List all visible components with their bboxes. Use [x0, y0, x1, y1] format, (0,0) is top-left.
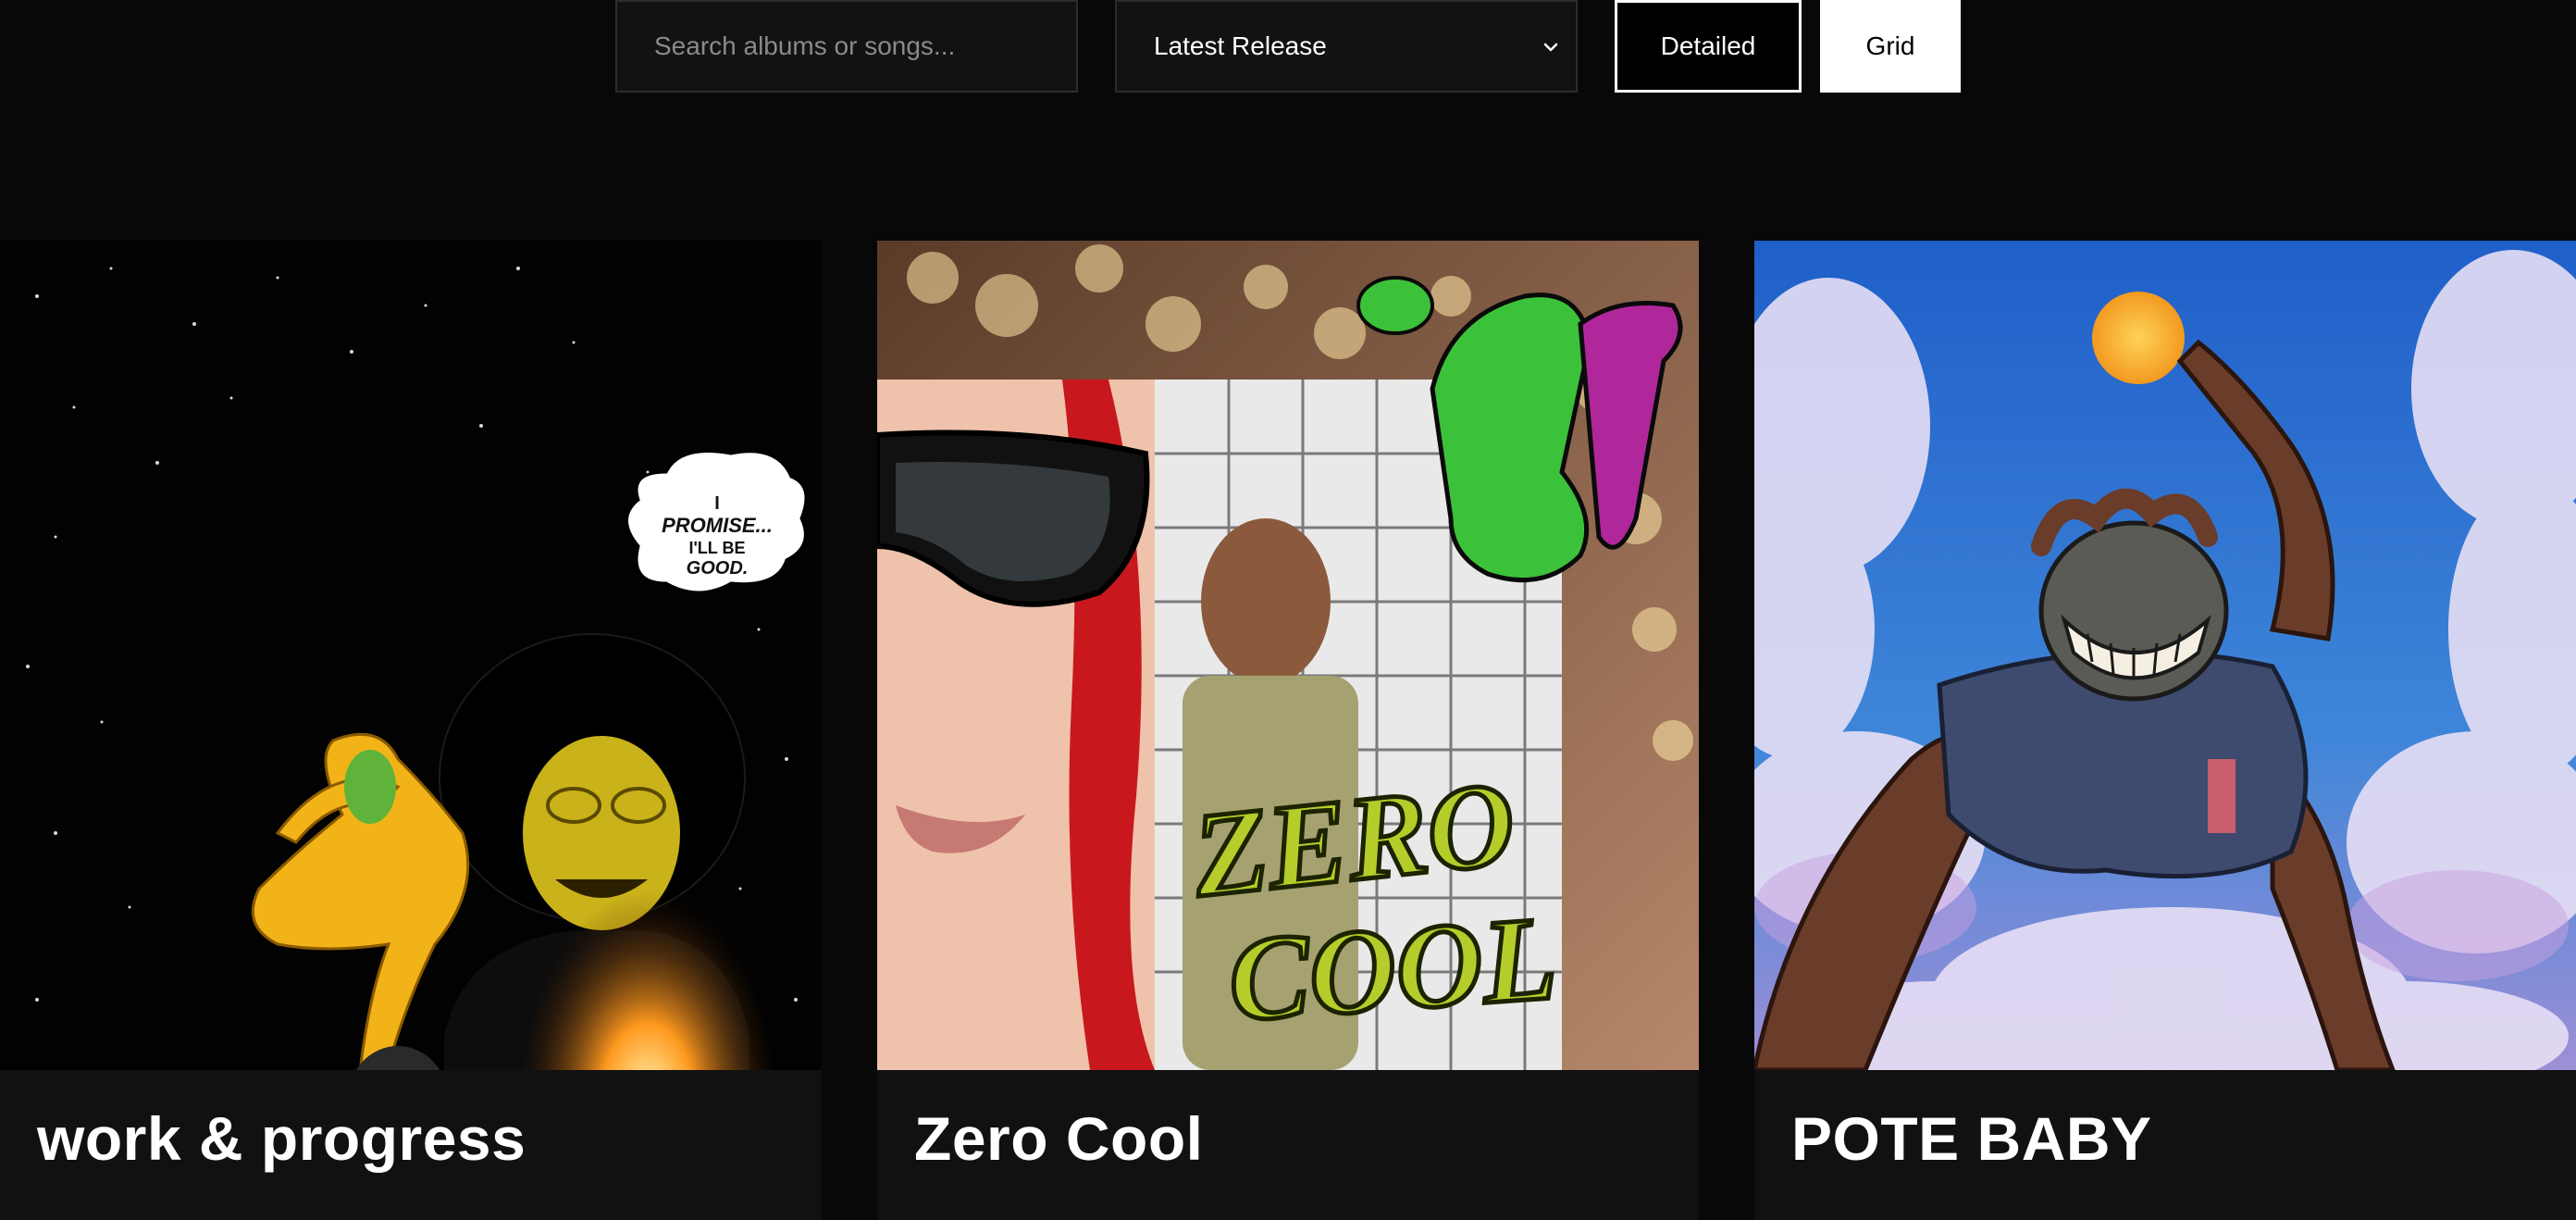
- album-title[interactable]: POTE BABY: [1791, 1103, 2152, 1174]
- svg-text:PROMISE...: PROMISE...: [662, 514, 773, 537]
- album-cover[interactable]: ZERO COOL: [877, 241, 1699, 1070]
- album-cover-art: [1754, 241, 2576, 1070]
- chevron-down-icon: [1543, 43, 1558, 52]
- album-cover[interactable]: I PROMISE... I'LL BE GOOD.: [0, 241, 822, 1070]
- album-cover-art: I PROMISE... I'LL BE GOOD.: [0, 241, 822, 1070]
- filter-toolbar: Latest Release Detailed Grid: [0, 0, 2576, 93]
- svg-text:I: I: [714, 493, 720, 514]
- album-title[interactable]: Zero Cool: [914, 1103, 1204, 1174]
- album-card[interactable]: I PROMISE... I'LL BE GOOD. work & progre…: [0, 241, 822, 1220]
- album-card[interactable]: ZERO COOL Zero Cool: [877, 241, 1699, 1220]
- svg-text:GOOD.: GOOD.: [687, 558, 749, 579]
- detailed-view-button[interactable]: Detailed: [1615, 0, 1802, 93]
- sort-selected-value: Latest Release: [1154, 31, 1327, 60]
- search-input[interactable]: [615, 0, 1078, 93]
- album-card[interactable]: POTE BABY: [1754, 241, 2576, 1220]
- svg-text:I'LL BE: I'LL BE: [689, 539, 746, 557]
- svg-text:COOL: COOL: [1224, 891, 1560, 1047]
- album-cover[interactable]: [1754, 241, 2576, 1070]
- album-title[interactable]: work & progress: [37, 1103, 526, 1174]
- sort-select[interactable]: Latest Release: [1115, 0, 1578, 93]
- album-cover-art: ZERO COOL: [877, 241, 1699, 1070]
- grid-view-button[interactable]: Grid: [1820, 0, 1961, 93]
